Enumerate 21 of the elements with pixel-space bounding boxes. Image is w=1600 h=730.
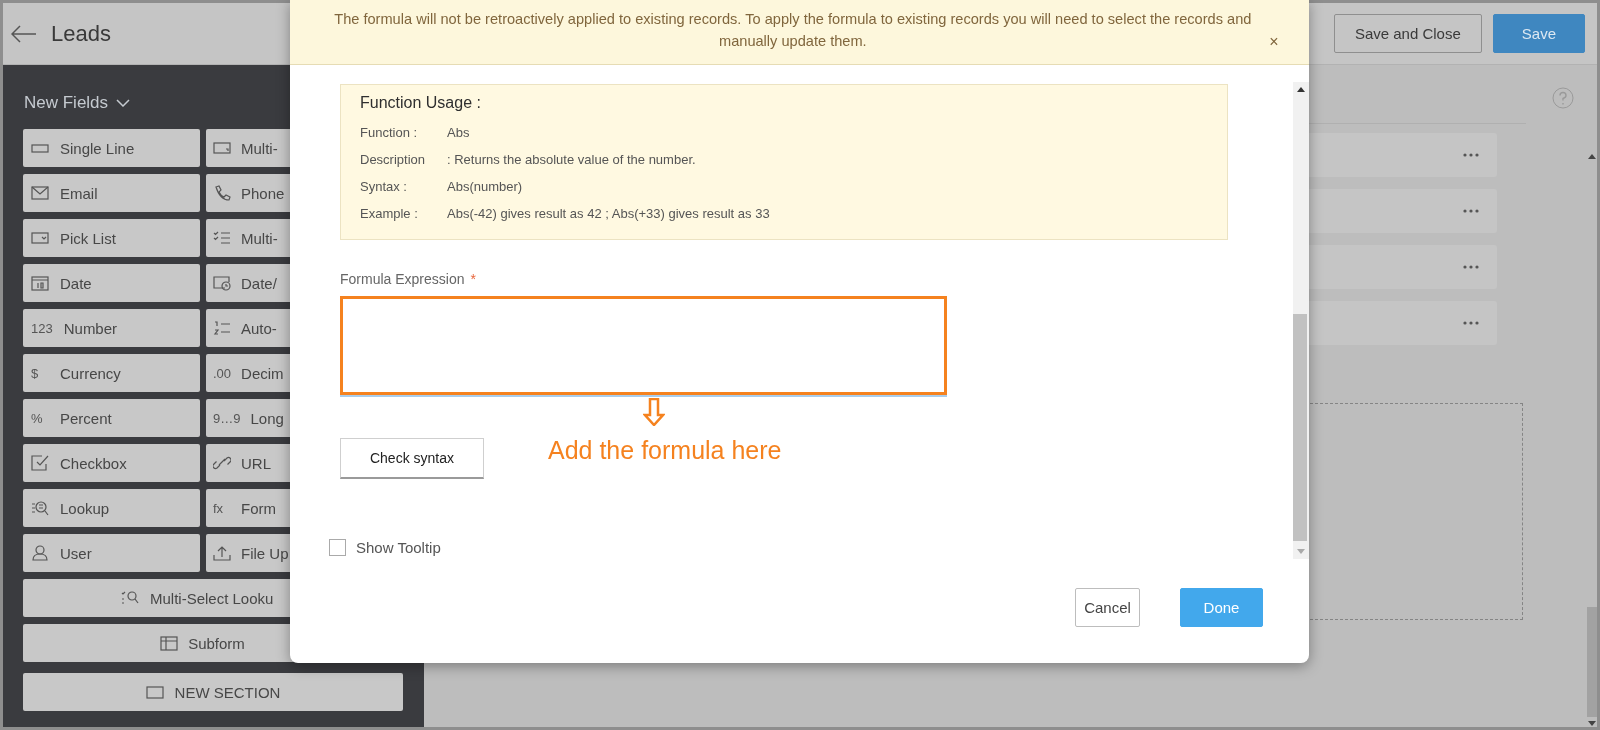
required-mark: * bbox=[470, 271, 476, 287]
notice-text: The formula will not be retroactively applied to existing records. To apply the formula to existing records you will need to select the records and manually update them. bbox=[333, 10, 1253, 51]
usage-label: Description bbox=[360, 152, 427, 167]
panel-title: Function Usage : bbox=[360, 94, 481, 112]
usage-value: Abs(-42) gives result as 42 ; Abs(+33) gives result as 33 bbox=[447, 206, 770, 221]
usage-value: Abs bbox=[447, 125, 470, 140]
usage-label: Function : bbox=[360, 125, 419, 140]
field-label: Formula Expression bbox=[340, 271, 465, 287]
usage-label: Example : bbox=[360, 206, 419, 221]
checkbox-label: Show Tooltip bbox=[356, 539, 441, 556]
usage-value: : Returns the absolute value of the number. bbox=[447, 152, 696, 167]
usage-label: Syntax : bbox=[360, 179, 408, 194]
field-icon: fx bbox=[213, 500, 231, 516]
field-icon: .00 bbox=[213, 365, 232, 381]
annotation-text: Add the formula here bbox=[548, 436, 782, 465]
field-icon: $ bbox=[31, 365, 49, 381]
field-icon: 123 bbox=[31, 320, 53, 336]
usage-value: Abs(number) bbox=[447, 179, 523, 194]
field-icon: % bbox=[31, 410, 49, 426]
field-icon: 9…9 bbox=[213, 410, 241, 426]
page-title: Leads bbox=[51, 20, 111, 47]
